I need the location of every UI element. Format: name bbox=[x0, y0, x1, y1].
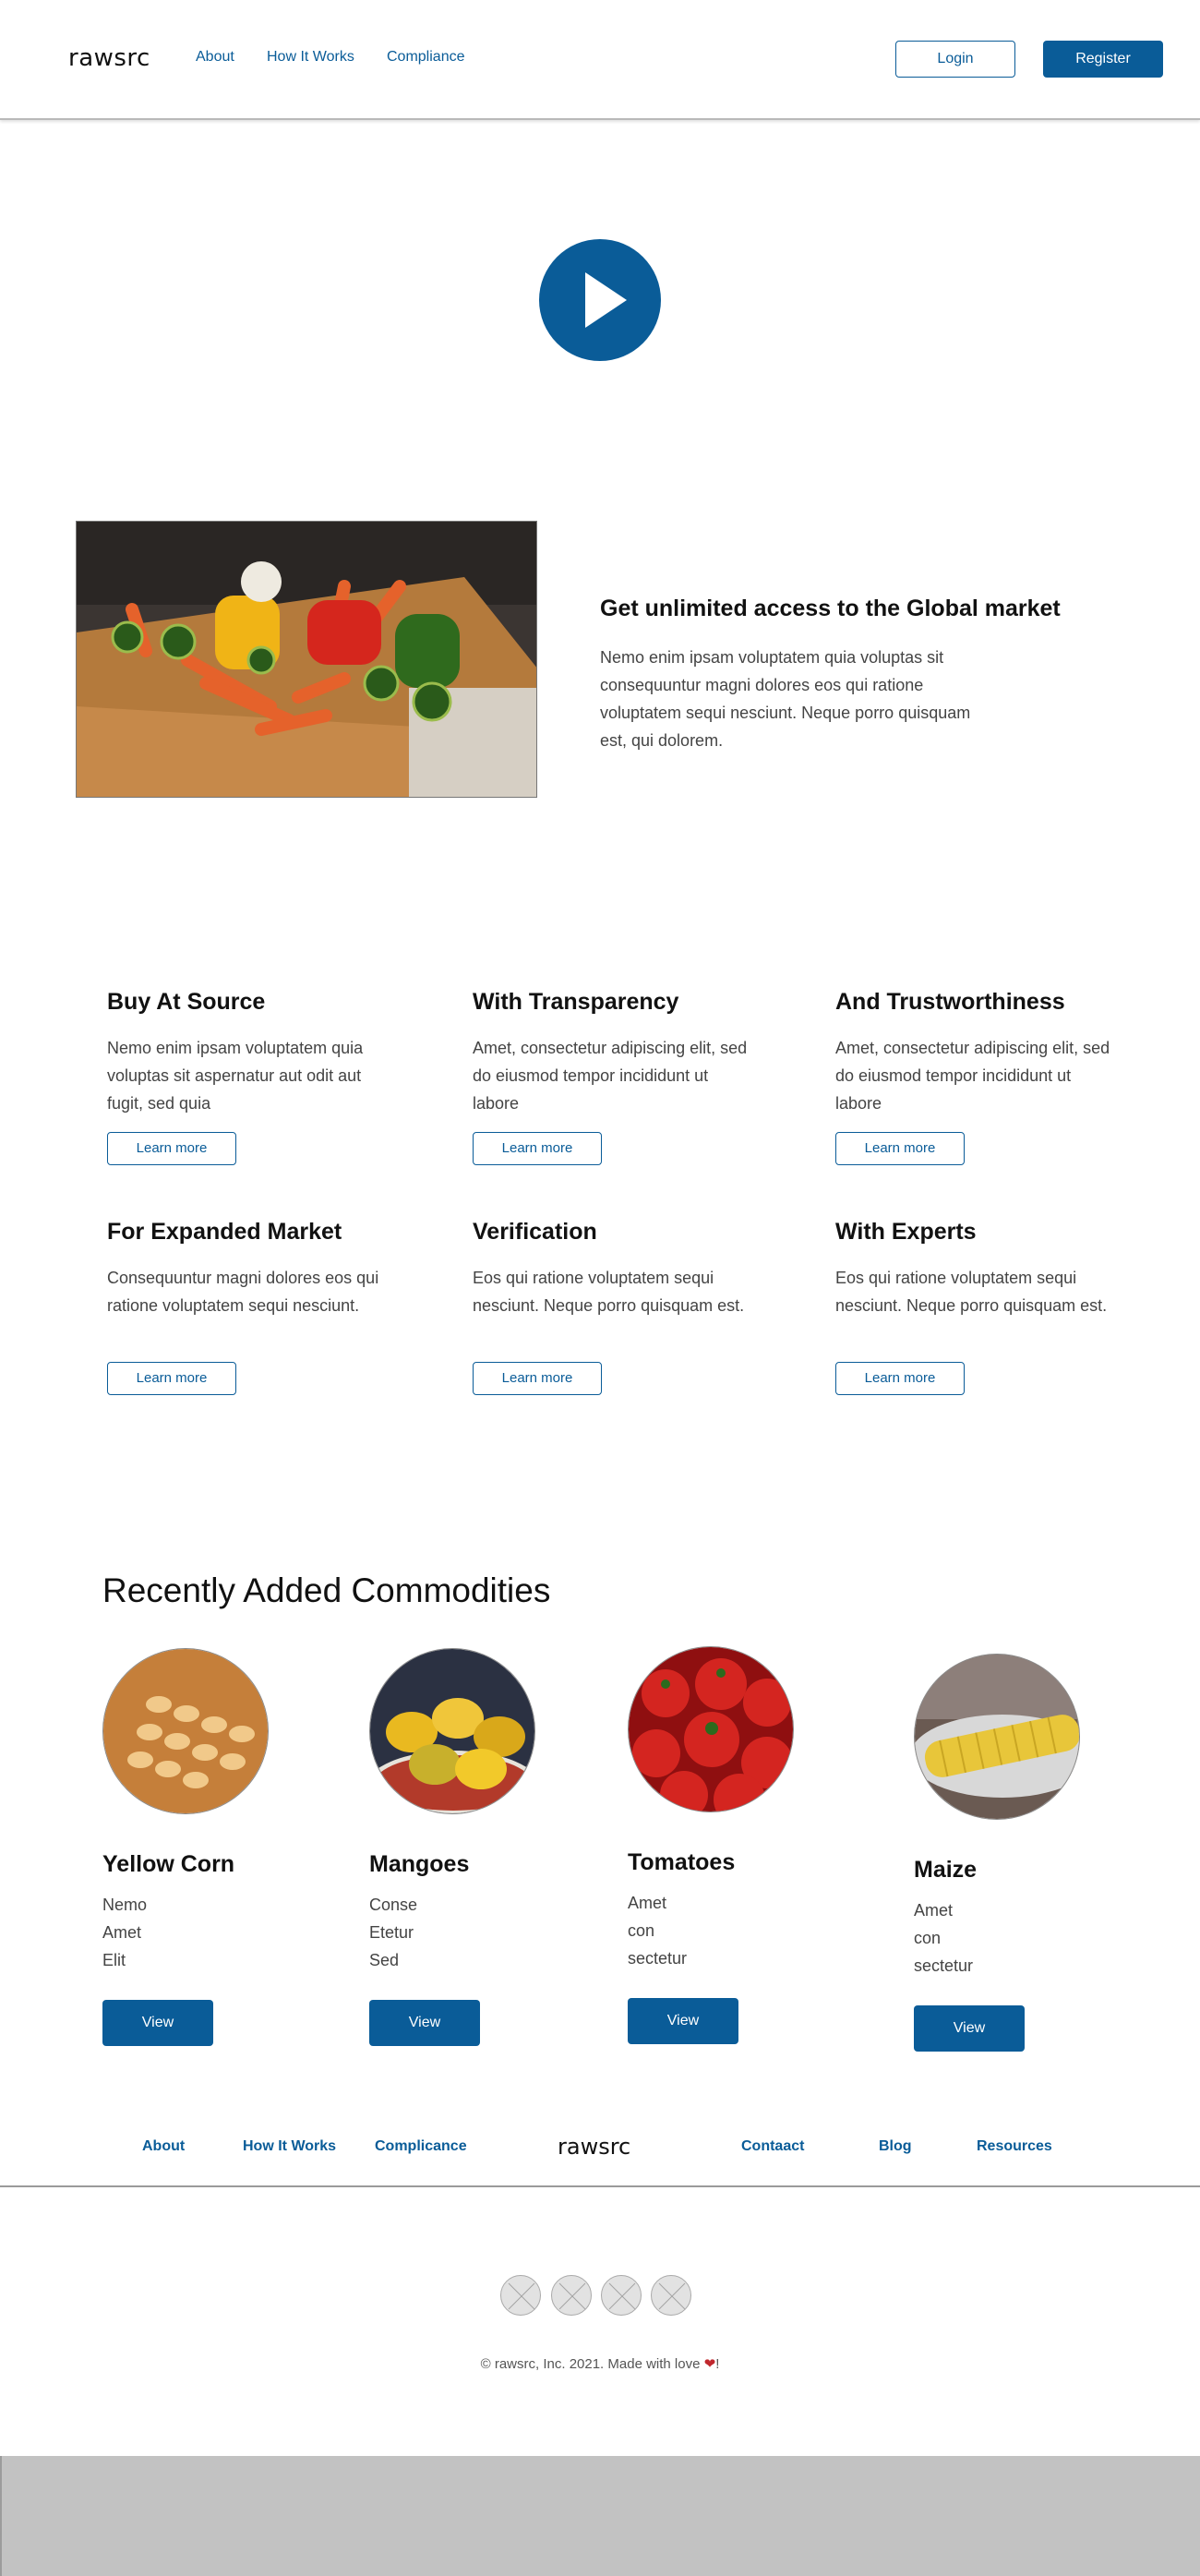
footer-logo[interactable]: rawsrc bbox=[558, 2134, 630, 2160]
mangoes-image bbox=[369, 1648, 535, 1814]
heart-icon: ❤ bbox=[703, 2356, 716, 2372]
commodity-line: sectetur bbox=[628, 1949, 688, 1968]
commodity-line: con bbox=[914, 1929, 942, 1947]
learn-more-button[interactable]: Learn more bbox=[107, 1362, 236, 1395]
nav-about[interactable]: About bbox=[196, 49, 234, 66]
feature-text: Nemo enim ipsam voluptatem quia voluptas… bbox=[107, 1039, 364, 1113]
footer-link-blog[interactable]: Blog bbox=[879, 2138, 912, 2155]
commodities-heading: Recently Added Commodities bbox=[102, 1571, 551, 1609]
hero-title: Get unlimited access to the Global marke… bbox=[600, 596, 1061, 621]
commodity-line: sectetur bbox=[914, 1956, 974, 1975]
feature-title: Verification bbox=[473, 1219, 597, 1245]
copyright-text: © rawsrc, Inc. 2021. Made with love ❤! bbox=[0, 2355, 1200, 2372]
learn-more-button[interactable]: Learn more bbox=[107, 1132, 236, 1165]
commodity-line: Nemo bbox=[102, 1896, 148, 1914]
commodity-name: Yellow Corn bbox=[102, 1851, 235, 1877]
commodity-card: Maize Amet con sectetur View bbox=[914, 1654, 1126, 2052]
view-button[interactable]: View bbox=[102, 2000, 213, 2046]
social-icon-placeholder[interactable] bbox=[551, 2275, 592, 2316]
yellow-corn-image bbox=[102, 1648, 269, 1814]
play-video-button[interactable] bbox=[539, 239, 661, 361]
commodity-line: con bbox=[628, 1921, 655, 1940]
commodity-line: Amet bbox=[102, 1923, 142, 1942]
view-button[interactable]: View bbox=[628, 1998, 738, 2044]
commodity-name: Maize bbox=[914, 1857, 978, 1883]
nav-how-it-works[interactable]: How It Works bbox=[267, 49, 354, 66]
login-button[interactable]: Login bbox=[895, 41, 1015, 78]
commodity-name: Mangoes bbox=[369, 1851, 470, 1877]
tomatoes-image bbox=[628, 1646, 794, 1812]
bottom-band bbox=[0, 2456, 1200, 2576]
hero-text: Nemo enim ipsam voluptatem quia voluptas… bbox=[600, 648, 971, 750]
register-button[interactable]: Register bbox=[1043, 41, 1163, 78]
social-icon-placeholder[interactable] bbox=[601, 2275, 642, 2316]
feature-text: Consequuntur magni dolores eos qui ratio… bbox=[107, 1269, 379, 1315]
learn-more-button[interactable]: Learn more bbox=[835, 1362, 965, 1395]
feature-text: Amet, consectetur adipiscing elit, sed d… bbox=[473, 1039, 748, 1113]
footer-divider bbox=[0, 2185, 1200, 2187]
commodity-line: Elit bbox=[102, 1951, 126, 1969]
feature-title: Buy At Source bbox=[107, 989, 266, 1015]
feature-text: Eos qui ratione voluptatem sequi nesciun… bbox=[835, 1269, 1108, 1315]
social-icon-placeholder[interactable] bbox=[500, 2275, 541, 2316]
commodity-line: Conse bbox=[369, 1896, 418, 1914]
feature-card: With Transparency Amet, consectetur adip… bbox=[473, 989, 750, 1165]
feature-card: Verification Eos qui ratione voluptatem … bbox=[473, 1219, 750, 1395]
learn-more-button[interactable]: Learn more bbox=[473, 1132, 602, 1165]
feature-text: Amet, consectetur adipiscing elit, sed d… bbox=[835, 1039, 1110, 1113]
footer-link-contact[interactable]: Contaact bbox=[741, 2138, 804, 2155]
feature-title: And Trustworthiness bbox=[835, 989, 1065, 1015]
view-button[interactable]: View bbox=[369, 2000, 480, 2046]
footer-link-resources[interactable]: Resources bbox=[977, 2138, 1052, 2155]
play-icon bbox=[585, 272, 627, 328]
footer-link-how-it-works[interactable]: How It Works bbox=[243, 2138, 336, 2155]
social-icon-placeholder[interactable] bbox=[651, 2275, 691, 2316]
copyright-main: © rawsrc, Inc. 2021. Made with love bbox=[480, 2356, 701, 2372]
feature-card: And Trustworthiness Amet, consectetur ad… bbox=[835, 989, 1112, 1165]
commodity-line: Amet bbox=[914, 1901, 954, 1920]
copyright-end: ! bbox=[715, 2356, 720, 2372]
feature-card: Buy At Source Nemo enim ipsam voluptatem… bbox=[107, 989, 384, 1165]
commodity-card: Tomatoes Amet con sectetur View bbox=[628, 1646, 840, 2044]
site-header: rawsrc About How It Works Compliance Log… bbox=[0, 0, 1200, 120]
learn-more-button[interactable]: Learn more bbox=[835, 1132, 965, 1165]
commodity-card: Yellow Corn Nemo Amet Elit View bbox=[102, 1648, 315, 2046]
nav-compliance[interactable]: Compliance bbox=[387, 49, 464, 66]
feature-text: Eos qui ratione voluptatem sequi nesciun… bbox=[473, 1269, 745, 1315]
commodity-line: Amet bbox=[628, 1894, 667, 1912]
commodity-line: Sed bbox=[369, 1951, 400, 1969]
feature-card: With Experts Eos qui ratione voluptatem … bbox=[835, 1219, 1112, 1395]
commodity-name: Tomatoes bbox=[628, 1849, 736, 1875]
maize-image bbox=[914, 1654, 1080, 1820]
commodity-line: Etetur bbox=[369, 1923, 414, 1942]
feature-title: For Expanded Market bbox=[107, 1219, 342, 1245]
feature-title: With Experts bbox=[835, 1219, 977, 1245]
feature-title: With Transparency bbox=[473, 989, 679, 1015]
learn-more-button[interactable]: Learn more bbox=[473, 1362, 602, 1395]
footer-link-about[interactable]: About bbox=[142, 2138, 185, 2155]
commodity-card: Mangoes Conse Etetur Sed View bbox=[369, 1648, 582, 2046]
logo[interactable]: rawsrc bbox=[68, 44, 150, 72]
feature-card: For Expanded Market Consequuntur magni d… bbox=[107, 1219, 384, 1395]
view-button[interactable]: View bbox=[914, 2005, 1025, 2052]
vegetables-image bbox=[76, 521, 537, 798]
footer-link-compliance[interactable]: Complicance bbox=[375, 2138, 467, 2155]
